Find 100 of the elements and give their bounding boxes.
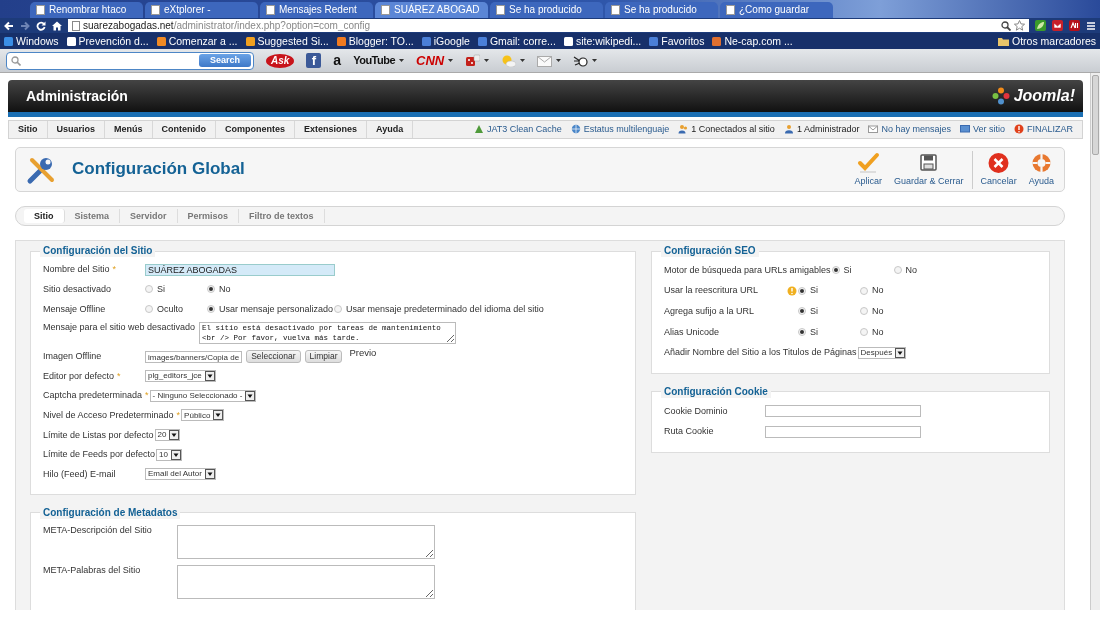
address-bar[interactable]: suarezabogadas.net/administrator/index.php?option=com_config: [68, 19, 1029, 32]
menu-item[interactable]: Sitio: [9, 121, 48, 138]
radio-button[interactable]: [859, 307, 868, 316]
status-link[interactable]: Estatus multilenguaje: [570, 124, 670, 135]
bookmark-icon: [156, 36, 166, 46]
page-icon: [611, 5, 620, 15]
bookmark[interactable]: iGoogle: [421, 34, 470, 48]
menu-item[interactable]: Usuarios: [47, 121, 105, 138]
radio-button[interactable]: [207, 285, 215, 294]
radio-button[interactable]: [859, 328, 868, 337]
select-field[interactable]: Público: [181, 409, 225, 422]
youtube-logo[interactable]: YouTube: [353, 53, 396, 68]
search-icon: [11, 55, 21, 66]
cnn-logo[interactable]: CNN: [416, 52, 445, 69]
radio-button[interactable]: [797, 307, 806, 316]
browser-tab[interactable]: SUÁREZ ABOGAD: [375, 2, 488, 18]
radio-button[interactable]: [207, 304, 215, 313]
menu-item[interactable]: Ayuda: [367, 121, 414, 138]
tab[interactable]: Sistema: [64, 208, 121, 224]
ask-logo[interactable]: Ask: [266, 53, 295, 68]
browser-tab[interactable]: Renombrar htaco: [30, 2, 143, 18]
browser-tab[interactable]: Se ha producido: [490, 2, 603, 18]
menu-item[interactable]: Extensiones: [295, 121, 368, 138]
bookmark-folder[interactable]: Otros marcadores: [997, 34, 1096, 48]
tab[interactable]: Sitio: [24, 208, 65, 224]
toolbar-button[interactable]: Ayuda: [1022, 152, 1060, 187]
bookmark[interactable]: Favoritos: [649, 34, 705, 48]
facebook-logo[interactable]: f: [306, 53, 322, 68]
reload-icon[interactable]: [36, 20, 46, 31]
field-label: Nivel de Acceso Predeterminado: [43, 409, 174, 421]
radio-button[interactable]: [859, 286, 868, 295]
radio-button[interactable]: [145, 304, 153, 313]
select-field[interactable]: 10: [156, 448, 182, 461]
bookmark[interactable]: Ne-cap.com ...: [712, 34, 793, 48]
zoom-icon[interactable]: [1001, 20, 1011, 31]
bookmark[interactable]: Prevención d...: [66, 34, 149, 48]
tab[interactable]: Servidor: [120, 208, 178, 224]
scrollbar[interactable]: [1090, 73, 1100, 610]
bookmark[interactable]: Blogger: TO...: [336, 34, 414, 48]
form-button[interactable]: Seleccionar: [246, 350, 301, 364]
toolbar-button[interactable]: Guardar & Cerrar: [888, 152, 970, 187]
status-link[interactable]: FINALIZAR: [1014, 124, 1073, 135]
scrollbar-thumb[interactable]: [1092, 75, 1099, 155]
star-icon[interactable]: [1014, 20, 1025, 31]
select-field[interactable]: plg_editors_jce: [145, 370, 216, 383]
field-label: Imagen Offline: [43, 351, 102, 362]
mail-icon: [868, 124, 879, 135]
leaf-icon[interactable]: [1035, 20, 1046, 31]
status-link[interactable]: JAT3 Clean Cache: [473, 124, 562, 135]
menu-item[interactable]: Componentes: [216, 121, 296, 138]
form-button[interactable]: Limpiar: [304, 350, 343, 364]
bookmark[interactable]: Comenzar a ...: [156, 34, 238, 48]
bookmark[interactable]: Suggested Si...: [245, 34, 329, 48]
select-field[interactable]: 20: [154, 428, 181, 441]
radio-button[interactable]: [797, 328, 806, 337]
extension-icon[interactable]: [1069, 20, 1080, 31]
radio-button[interactable]: [334, 304, 343, 313]
textarea-field[interactable]: [177, 524, 435, 559]
menu-icon[interactable]: [1086, 20, 1096, 31]
radio-button[interactable]: [797, 286, 806, 295]
field-label: Cookie Dominio: [663, 405, 728, 417]
home-icon[interactable]: [52, 20, 62, 31]
caret-icon: [448, 59, 454, 62]
text-field[interactable]: SUÁREZ ABOGADAS: [145, 263, 335, 276]
tab[interactable]: Permisos: [177, 208, 240, 224]
bookmark-icon: [421, 36, 431, 46]
forward-icon[interactable]: [20, 20, 30, 31]
status-link[interactable]: 1 Administrador: [783, 124, 860, 135]
radio-button[interactable]: [831, 266, 840, 275]
text-field[interactable]: [764, 405, 921, 418]
back-icon[interactable]: [4, 20, 14, 31]
browser-tab[interactable]: eXtplorer -: [145, 2, 258, 18]
status-link[interactable]: 1 Conectados al sitio: [678, 124, 775, 135]
status-link[interactable]: Ver sitio: [959, 124, 1005, 135]
bookmark[interactable]: Gmail: corre...: [477, 34, 556, 48]
users-icon: [678, 124, 689, 135]
menu-item[interactable]: Contenido: [152, 121, 217, 138]
toolbar-button[interactable]: Cancelar: [974, 152, 1023, 187]
bookmark[interactable]: Windows: [4, 34, 59, 48]
field-label: Motor de búsqueda para URLs amigables: [663, 264, 831, 276]
status-link[interactable]: No hay mensajes: [868, 124, 951, 135]
bookmark[interactable]: site:wikipedi...: [563, 34, 642, 48]
select-field[interactable]: Después: [857, 346, 907, 359]
mail-icon[interactable]: [1052, 20, 1063, 31]
radio-button[interactable]: [145, 285, 153, 294]
browser-tab[interactable]: ¿Como guardar: [720, 2, 833, 18]
toolbar-button[interactable]: Aplicar: [848, 152, 889, 187]
textarea-field[interactable]: [177, 564, 435, 599]
tab[interactable]: Filtro de textos: [239, 208, 325, 224]
browser-tab[interactable]: Mensajes Redent: [260, 2, 373, 18]
dice-icon[interactable]: [465, 54, 481, 67]
amazon-logo[interactable]: a: [333, 52, 342, 69]
browser-tab[interactable]: Se ha producido: [605, 2, 718, 18]
text-field[interactable]: [764, 425, 921, 438]
radio-button[interactable]: [893, 266, 902, 275]
select-field[interactable]: - Ninguno Seleccionado -: [149, 389, 257, 402]
text-field[interactable]: images/banners/Copia de: [145, 350, 243, 363]
select-field[interactable]: Email del Autor: [145, 468, 216, 481]
menu-item[interactable]: Menús: [105, 121, 153, 138]
field-label: Editor por defecto: [43, 370, 115, 382]
